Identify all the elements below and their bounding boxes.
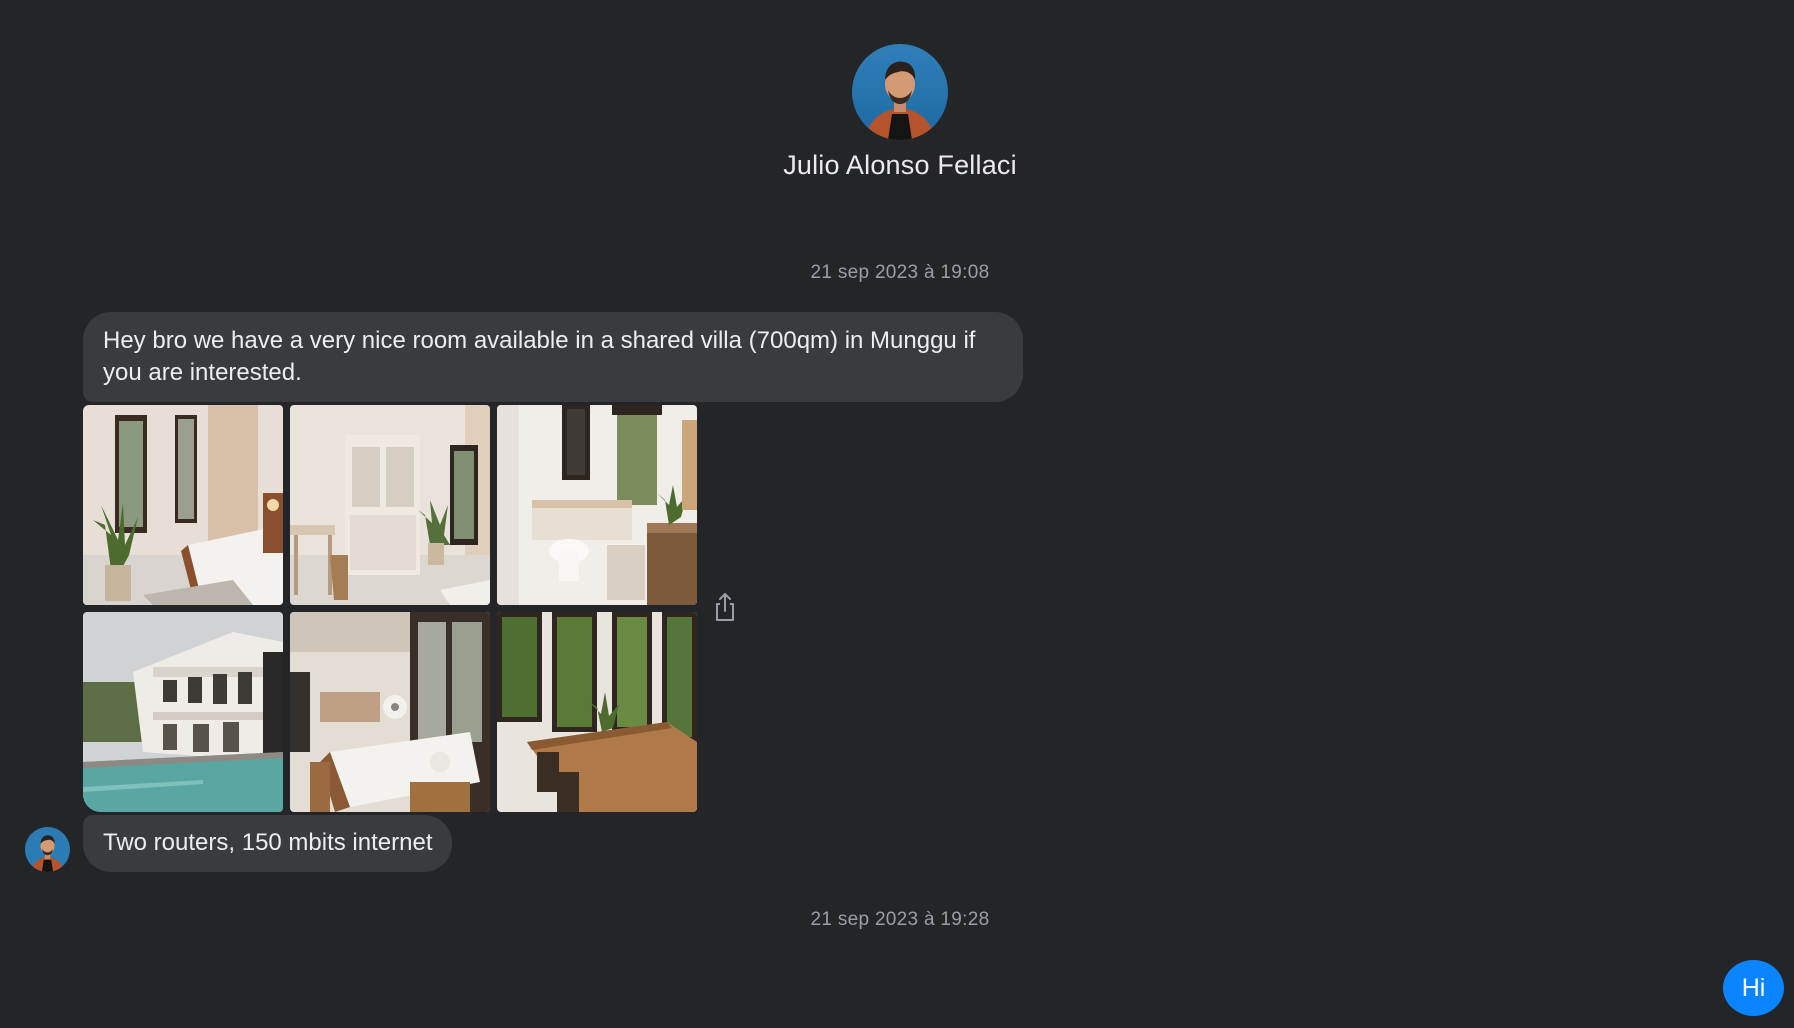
quick-reply-button[interactable]: Hi <box>1723 960 1784 1016</box>
sender-avatar[interactable] <box>25 827 70 872</box>
message-timestamp: 21 sep 2023 à 19:08 <box>810 262 990 283</box>
photo-living-room[interactable] <box>290 612 490 812</box>
chat-window: Julio Alonso Fellaci 21 sep 2023 à 19:08… <box>0 0 1794 1028</box>
contact-avatar[interactable] <box>852 44 948 140</box>
photo-villa-pool[interactable] <box>83 612 283 812</box>
photo-wardrobe-room[interactable] <box>290 405 490 605</box>
photo-bedroom[interactable] <box>83 405 283 605</box>
message-bubble[interactable]: Two routers, 150 mbits internet <box>83 815 453 872</box>
photo-attachment-grid[interactable] <box>83 405 697 812</box>
message-timestamp: 21 sep 2023 à 19:28 <box>810 909 990 930</box>
photo-bathroom[interactable] <box>497 405 697 605</box>
share-icon[interactable] <box>712 592 738 622</box>
contact-name: Julio Alonso Fellaci <box>783 150 1017 180</box>
message-bubble[interactable]: Hey bro we have a very nice room availab… <box>83 312 1023 402</box>
photo-dining-room[interactable] <box>497 612 697 812</box>
